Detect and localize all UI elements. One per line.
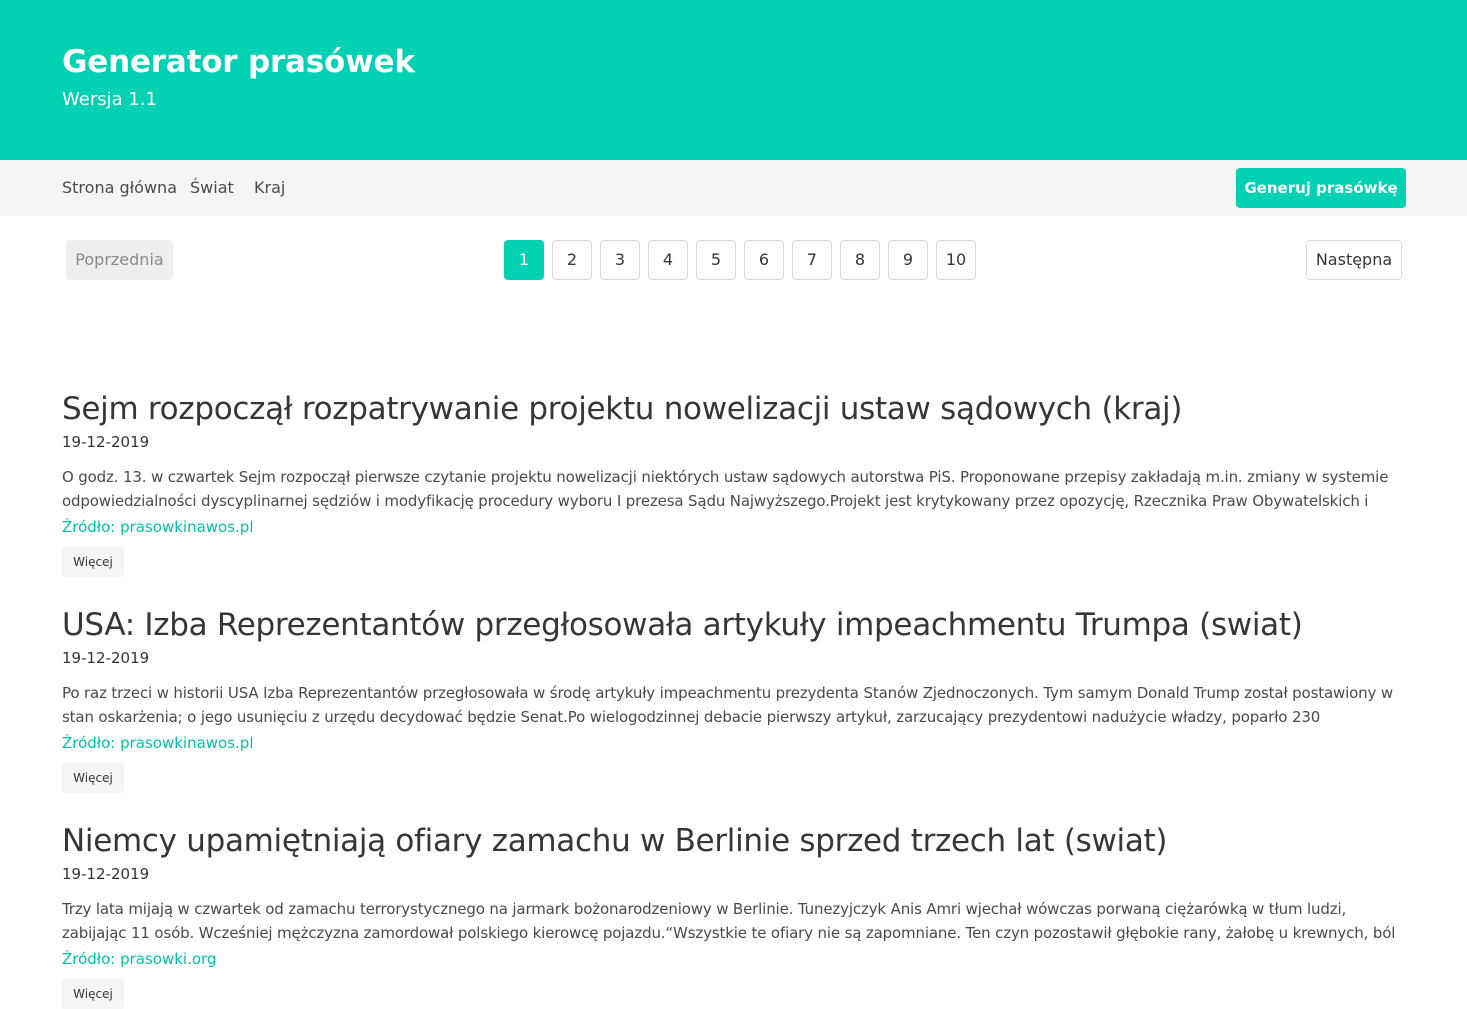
page-button-8[interactable]: 8 <box>840 240 880 280</box>
page-button-4[interactable]: 4 <box>648 240 688 280</box>
article-date: 19-12-2019 <box>62 433 150 451</box>
more-button[interactable]: Więcej <box>62 763 124 793</box>
page-button-9[interactable]: 9 <box>888 240 928 280</box>
article-item: Niemcy upamiętniają ofiary zamachu w Ber… <box>62 821 1402 1009</box>
app-title: Generator prasówek <box>62 44 415 80</box>
more-button[interactable]: Więcej <box>62 979 124 1009</box>
article-source-link[interactable]: Źródło: prasowki.org <box>62 947 1402 971</box>
page-button-6[interactable]: 6 <box>744 240 784 280</box>
article-date: 19-12-2019 <box>62 865 150 883</box>
article-summary: Trzy lata mijają w czwartek od zamachu t… <box>62 900 1396 942</box>
page-button-10[interactable]: 10 <box>936 240 976 280</box>
generate-button[interactable]: Generuj prasówkę <box>1236 168 1406 208</box>
page-button-2[interactable]: 2 <box>552 240 592 280</box>
more-button[interactable]: Więcej <box>62 547 124 577</box>
hero-header: Generator prasówek Wersja 1.1 <box>0 0 1467 160</box>
page-button-1[interactable]: 1 <box>504 240 544 280</box>
article-source-link[interactable]: Źródło: prasowkinawos.pl <box>62 731 1402 755</box>
article-item: Sejm rozpoczął rozpatrywanie projektu no… <box>62 389 1402 577</box>
nav-link-home[interactable]: Strona główna <box>62 160 177 216</box>
nav-link-world[interactable]: Świat <box>190 160 234 216</box>
article-title: Sejm rozpoczął rozpatrywanie projektu no… <box>62 391 1183 427</box>
nav-link-country[interactable]: Kraj <box>254 160 285 216</box>
article-date: 19-12-2019 <box>62 649 150 667</box>
main-navbar: Strona główna Świat Kraj Generuj prasówk… <box>0 160 1467 216</box>
pagination: Poprzednia 1 2 3 4 5 6 7 8 9 10 Następna <box>0 216 1467 316</box>
article-summary: O godz. 13. w czwartek Sejm rozpoczął pi… <box>62 468 1389 510</box>
app-version: Wersja 1.1 <box>62 89 157 110</box>
page-button-7[interactable]: 7 <box>792 240 832 280</box>
article-summary: Po raz trzeci w historii USA Izba Reprez… <box>62 684 1393 726</box>
article-source-link[interactable]: Źródło: prasowkinawos.pl <box>62 515 1402 539</box>
article-item: USA: Izba Reprezentantów przegłosowała a… <box>62 605 1402 793</box>
page-button-3[interactable]: 3 <box>600 240 640 280</box>
next-page-button[interactable]: Następna <box>1306 240 1402 280</box>
article-title: USA: Izba Reprezentantów przegłosowała a… <box>62 607 1303 643</box>
page-button-5[interactable]: 5 <box>696 240 736 280</box>
previous-page-button[interactable]: Poprzednia <box>66 240 173 280</box>
article-title: Niemcy upamiętniają ofiary zamachu w Ber… <box>62 823 1168 859</box>
